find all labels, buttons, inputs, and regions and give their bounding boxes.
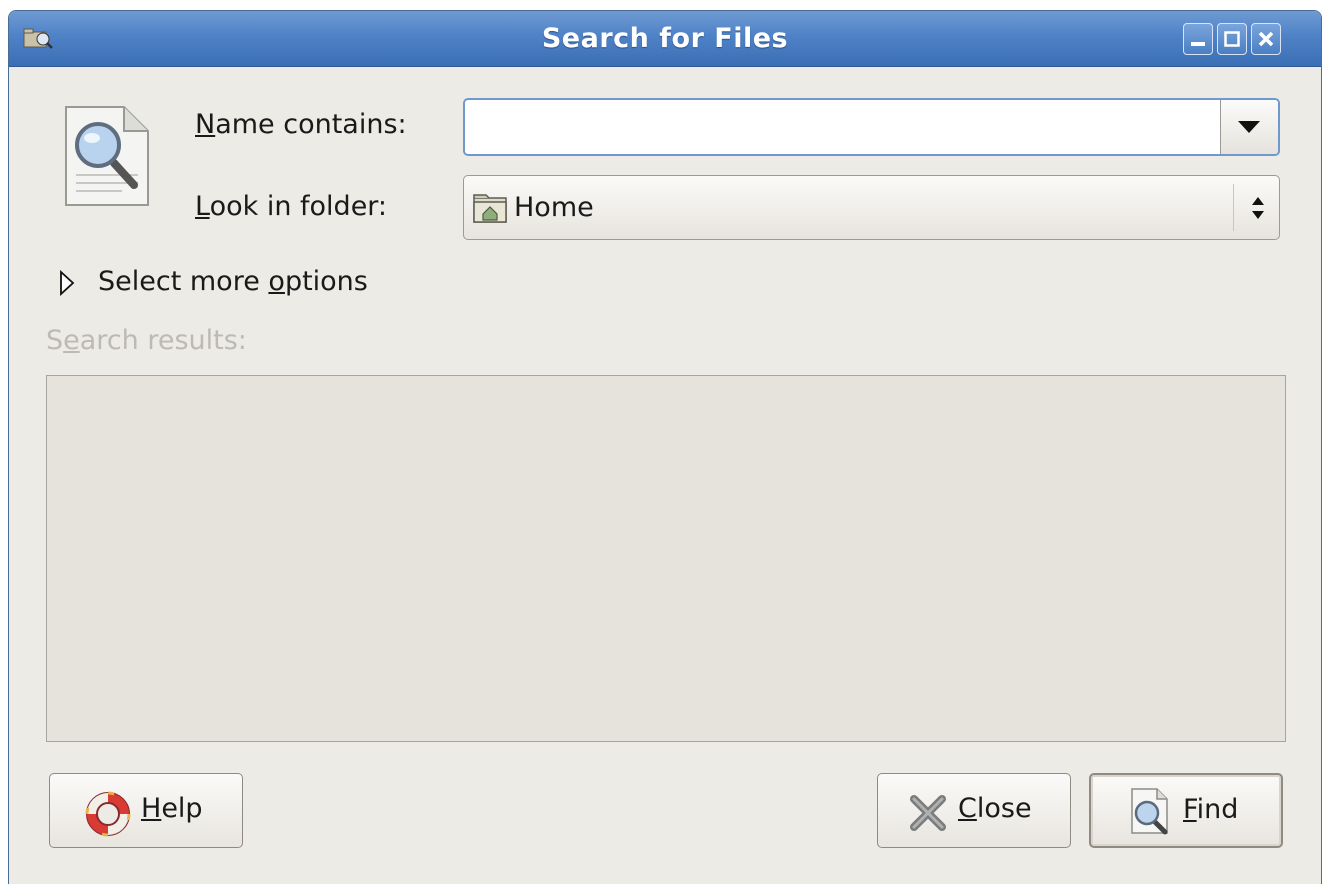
close-x-icon	[910, 795, 946, 831]
select-more-options-label: Select more options	[98, 266, 368, 297]
name-contains-input[interactable]	[473, 106, 1217, 150]
close-button-label: Close	[958, 793, 1032, 824]
search-results-label: Search results:	[46, 325, 247, 356]
name-label-text: ame contains:	[215, 109, 407, 140]
title-bar[interactable]: Search for Files	[9, 11, 1321, 67]
minimize-button[interactable]	[1183, 23, 1213, 55]
help-button-label: Help	[141, 793, 203, 824]
minimize-icon	[1191, 42, 1205, 46]
close-button[interactable]: Close	[877, 773, 1071, 848]
combo-separator	[1233, 184, 1234, 231]
help-lifebuoy-icon	[85, 791, 131, 837]
maximize-icon	[1224, 31, 1240, 47]
find-document-icon	[1131, 788, 1168, 835]
close-window-button[interactable]	[1251, 23, 1281, 55]
name-history-dropdown-button[interactable]	[1220, 100, 1278, 154]
name-label-mnemonic: N	[195, 109, 216, 140]
maximize-button[interactable]	[1217, 23, 1247, 55]
up-down-arrows-icon	[1252, 197, 1264, 219]
find-button-label: Find	[1183, 794, 1239, 825]
search-for-files-window: Search for Files Name contains: Look in …	[8, 10, 1322, 884]
expander-arrow-icon	[60, 270, 75, 296]
search-results-list[interactable]	[46, 375, 1286, 742]
window-title: Search for Files	[541, 23, 789, 54]
selected-folder: Home	[514, 192, 594, 223]
name-contains-label: Name contains:	[195, 109, 407, 140]
home-folder-icon	[473, 194, 507, 223]
search-document-icon	[65, 106, 149, 206]
name-contains-combo[interactable]	[463, 98, 1280, 156]
find-button[interactable]: Find	[1089, 773, 1283, 848]
close-icon	[1258, 31, 1274, 47]
folder-label-mnemonic: L	[195, 191, 210, 222]
chevron-down-icon	[1238, 121, 1260, 133]
help-button[interactable]: Help	[49, 773, 243, 848]
folder-label-text: ook in folder:	[209, 191, 388, 222]
look-in-folder-select[interactable]: Home	[463, 175, 1280, 240]
look-in-folder-label: Look in folder:	[195, 191, 387, 222]
